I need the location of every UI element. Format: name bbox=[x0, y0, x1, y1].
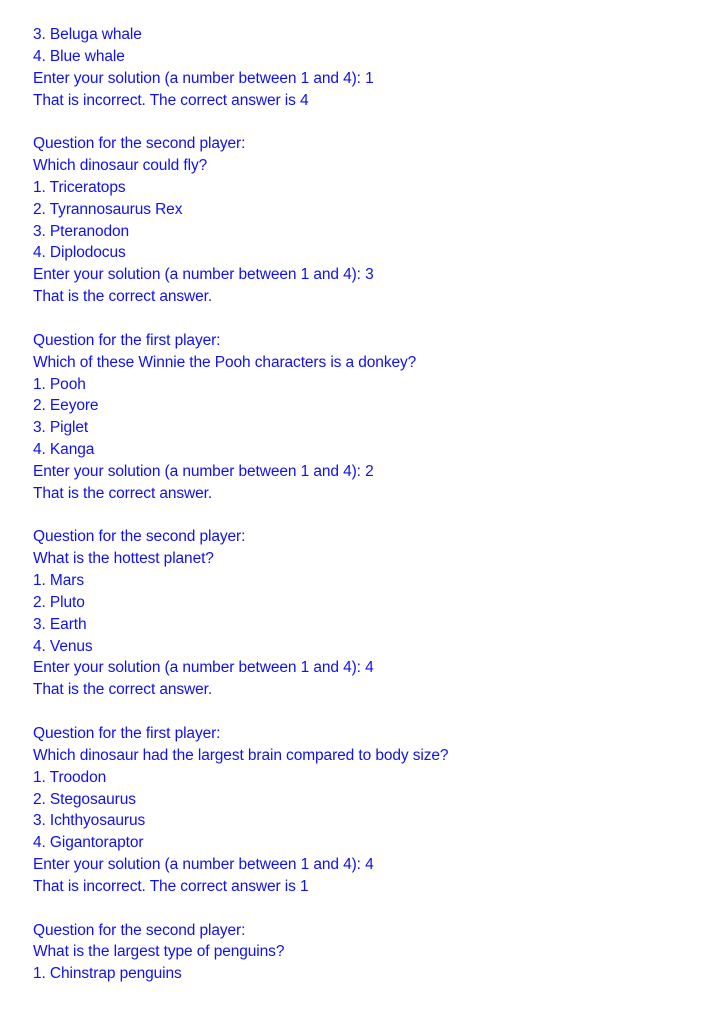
answer-option: 2. Stegosaurus bbox=[33, 790, 136, 808]
solution-prompt: Enter your solution (a number between 1 … bbox=[33, 659, 374, 677]
console-output: 3. Beluga whale 4. Blue whale Enter your… bbox=[33, 24, 449, 986]
result-message: That is incorrect. The correct answer is… bbox=[33, 877, 309, 895]
answer-option: 1. Mars bbox=[33, 572, 84, 590]
answer-option: 4. Kanga bbox=[33, 441, 95, 459]
solution-prompt: Enter your solution (a number between 1 … bbox=[33, 266, 374, 284]
answer-option: 3. Piglet bbox=[33, 419, 89, 437]
quiz-block: Question for the second player: Which di… bbox=[33, 133, 448, 330]
answer-option: 4. Diplodocus bbox=[33, 244, 126, 262]
answer-option: 4. Blue whale bbox=[33, 47, 125, 65]
question-text: Which dinosaur had the largest brain com… bbox=[33, 746, 449, 764]
quiz-block: Question for the second player: What is … bbox=[33, 920, 448, 986]
question-text: Which of these Winnie the Pooh character… bbox=[33, 353, 417, 371]
answer-option: 3. Pteranodon bbox=[33, 222, 130, 240]
quiz-block: Question for the first player: Which of … bbox=[33, 330, 448, 527]
question-text: Which dinosaur could fly? bbox=[33, 157, 208, 175]
result-message: That is the correct answer. bbox=[33, 681, 213, 699]
answer-option: 1. Pooh bbox=[33, 375, 86, 393]
result-message: That is incorrect. The correct answer is… bbox=[33, 91, 309, 109]
answer-option: 4. Venus bbox=[33, 637, 93, 655]
quiz-block: Question for the first player: Which din… bbox=[33, 723, 449, 920]
answer-option: 2. Pluto bbox=[33, 593, 85, 611]
player-header: Question for the second player: bbox=[33, 528, 246, 546]
answer-option: 2. Tyrannosaurus Rex bbox=[33, 200, 183, 218]
answer-option: 1. Chinstrap penguins bbox=[33, 965, 182, 983]
question-text: What is the hottest planet? bbox=[33, 550, 214, 568]
answer-option: 4. Gigantoraptor bbox=[33, 834, 144, 852]
player-header: Question for the second player: bbox=[33, 135, 246, 153]
answer-option: 3. Earth bbox=[33, 615, 87, 633]
answer-option: 1. Triceratops bbox=[33, 178, 126, 196]
player-header: Question for the first player: bbox=[33, 725, 221, 742]
player-header: Question for the first player: bbox=[33, 331, 221, 349]
result-message: That is the correct answer. bbox=[33, 484, 213, 502]
quiz-block: 3. Beluga whale 4. Blue whale Enter your… bbox=[33, 24, 448, 133]
player-header: Question for the second player: bbox=[33, 921, 246, 939]
result-message: That is the correct answer. bbox=[33, 288, 213, 306]
answer-option: 3. Beluga whale bbox=[33, 26, 142, 43]
answer-option: 1. Troodon bbox=[33, 768, 107, 786]
answer-option: 2. Eeyore bbox=[33, 397, 99, 415]
solution-prompt: Enter your solution (a number between 1 … bbox=[33, 69, 374, 87]
quiz-block: Question for the second player: What is … bbox=[33, 526, 448, 723]
solution-prompt: Enter your solution (a number between 1 … bbox=[33, 856, 374, 874]
solution-prompt: Enter your solution (a number between 1 … bbox=[33, 462, 374, 480]
answer-option: 3. Ichthyosaurus bbox=[33, 812, 146, 830]
question-text: What is the largest type of penguins? bbox=[33, 943, 285, 961]
